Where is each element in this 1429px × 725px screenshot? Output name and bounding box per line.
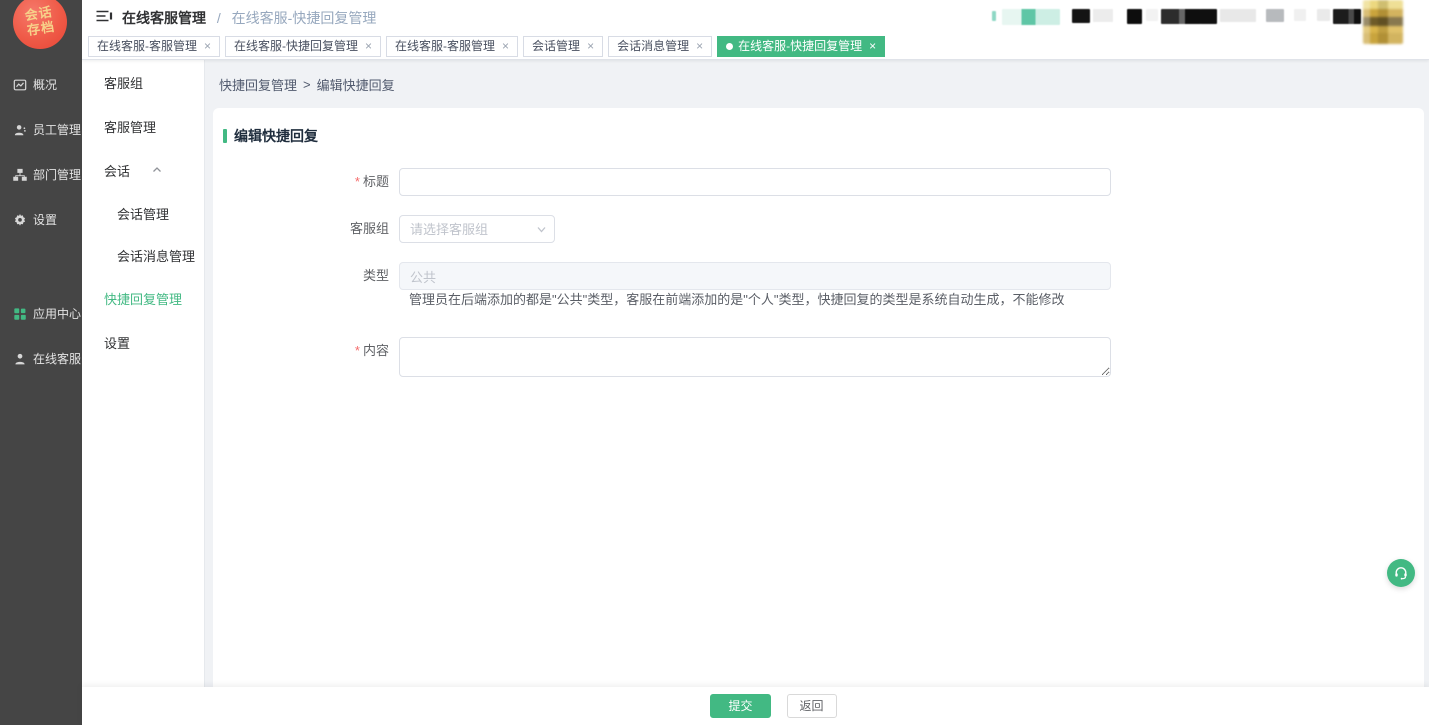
menu-item-kefu-guanli[interactable]: 客服管理	[82, 104, 204, 148]
required-asterisk: *	[355, 174, 360, 189]
menu-item-label: 快捷回复管理	[104, 289, 182, 308]
menu-item-kuaijie-huifu-guanli[interactable]: 快捷回复管理	[82, 276, 204, 320]
content-textarea[interactable]	[399, 337, 1111, 377]
footer-buttons: 提交 返回	[710, 694, 836, 718]
edit-quick-reply-form: *标题 客服组	[223, 168, 1414, 377]
form-row-type: 类型	[223, 262, 1414, 290]
type-label: 类型	[223, 262, 399, 290]
sidebar-item-label: 应用中心	[33, 305, 81, 322]
redacted-block	[1333, 9, 1361, 24]
overview-chart-icon	[13, 78, 27, 92]
title-input[interactable]	[399, 168, 1111, 196]
sidebar-item-label: 在线客服	[33, 350, 81, 367]
app-window: 会话 存档 概况 员工管理 部门管理	[0, 0, 1429, 725]
submit-button[interactable]: 提交	[710, 694, 770, 718]
support-headset-button[interactable]	[1387, 559, 1415, 587]
menu-item-label: 会话	[104, 161, 130, 180]
page-breadcrumb-separator: >	[303, 77, 311, 92]
redacted-block	[992, 11, 996, 21]
redacted-block	[1200, 9, 1217, 24]
sidebar-item-label: 设置	[33, 211, 57, 228]
group-select-input[interactable]	[399, 215, 555, 243]
page-breadcrumb-current: 编辑快捷回复	[317, 75, 395, 94]
redacted-block	[1220, 9, 1256, 22]
form-footer: 提交 返回	[82, 687, 1429, 725]
redacted-block	[1294, 9, 1306, 21]
menu-item-kefuzu[interactable]: 客服组	[82, 60, 204, 104]
redacted-block	[1002, 9, 1060, 25]
gear-icon	[13, 213, 27, 227]
app-logo-text: 会话 存档	[24, 5, 56, 39]
redacted-block	[1317, 9, 1330, 21]
staff-icon	[13, 123, 27, 137]
sidebar-spacer	[0, 242, 82, 291]
menu-item-label: 会话管理	[117, 204, 169, 223]
form-row-title: *标题	[223, 168, 1414, 196]
sidebar-collapse-icon[interactable]	[95, 8, 113, 24]
sidebar-item-online-service[interactable]: 在线客服	[0, 336, 82, 381]
required-asterisk: *	[355, 343, 360, 358]
breadcrumb-root[interactable]: 在线客服管理	[122, 10, 206, 26]
sidebar-item-label: 员工管理	[33, 121, 81, 138]
title-label: *标题	[223, 168, 399, 196]
type-help-text: 管理员在后端添加的都是"公共"类型，客服在前端添加的是"个人"类型，快捷回复的类…	[409, 289, 1414, 308]
sidebar-item-staff[interactable]: 员工管理	[0, 107, 82, 152]
menu-item-huihua-xiaoxi-guanli[interactable]: 会话消息管理	[82, 234, 204, 276]
avatar[interactable]	[1363, 0, 1403, 44]
sidebar-item-settings[interactable]: 设置	[0, 197, 82, 242]
main-content: 快捷回复管理 > 编辑快捷回复 编辑快捷回复 *标题 客服组	[205, 60, 1429, 687]
form-row-group: 客服组	[223, 215, 1414, 243]
form-row-content: *内容	[223, 337, 1414, 377]
department-icon	[13, 168, 27, 182]
sidebar-item-label: 概况	[33, 76, 57, 93]
content-label: *内容	[223, 337, 399, 377]
sidebar-item-overview[interactable]: 概况	[0, 62, 82, 107]
type-input	[399, 262, 1111, 290]
section-title: 编辑快捷回复	[223, 126, 1414, 146]
app-grid-icon	[13, 307, 27, 321]
chevron-up-icon	[152, 165, 162, 175]
online-service-icon	[13, 352, 27, 366]
app-logo: 会话 存档	[13, 0, 67, 49]
redacted-block	[1146, 9, 1158, 21]
back-button[interactable]: 返回	[787, 694, 837, 718]
redacted-block	[1072, 9, 1090, 23]
redacted-block	[1266, 9, 1284, 22]
sidebar-item-app-center[interactable]: 应用中心	[0, 291, 82, 336]
menu-item-label: 客服管理	[104, 117, 156, 136]
menu-item-label: 客服组	[104, 73, 143, 92]
group-select[interactable]	[399, 215, 555, 243]
breadcrumb-separator: /	[217, 10, 221, 26]
group-label: 客服组	[223, 215, 399, 243]
breadcrumb-current: 在线客服-快捷回复管理	[232, 10, 377, 26]
breadcrumb: 在线客服管理 / 在线客服-快捷回复管理	[122, 8, 376, 28]
menu-item-huihua[interactable]: 会话	[82, 148, 204, 192]
menu-item-label: 设置	[104, 333, 130, 352]
logo-line2: 存档	[26, 20, 56, 39]
headset-icon	[1393, 565, 1409, 581]
redacted-block	[1093, 9, 1113, 22]
menu-item-huihua-guanli[interactable]: 会话管理	[82, 192, 204, 234]
secondary-sidebar: 客服组 客服管理 会话 会话管理 会话消息管理 快捷回复管理 设置	[82, 60, 205, 687]
redacted-block	[1161, 9, 1201, 24]
page-breadcrumb: 快捷回复管理 > 编辑快捷回复	[205, 60, 1429, 108]
sidebar-item-department[interactable]: 部门管理	[0, 152, 82, 197]
top-header: 在线客服管理 / 在线客服-快捷回复管理	[82, 0, 1429, 33]
menu-item-shezhi[interactable]: 设置	[82, 320, 204, 364]
sidebar-item-label: 部门管理	[33, 166, 81, 183]
section-title-text: 编辑快捷回复	[234, 126, 318, 146]
page-breadcrumb-parent[interactable]: 快捷回复管理	[219, 75, 297, 94]
menu-item-label: 会话消息管理	[117, 246, 195, 265]
redacted-block	[1127, 9, 1142, 24]
primary-sidebar: 会话 存档 概况 员工管理 部门管理	[0, 0, 82, 725]
primary-nav: 概况 员工管理 部门管理 设置	[0, 62, 82, 381]
section-accent-bar	[223, 129, 227, 143]
form-card: 编辑快捷回复 *标题 客服组	[213, 108, 1424, 687]
